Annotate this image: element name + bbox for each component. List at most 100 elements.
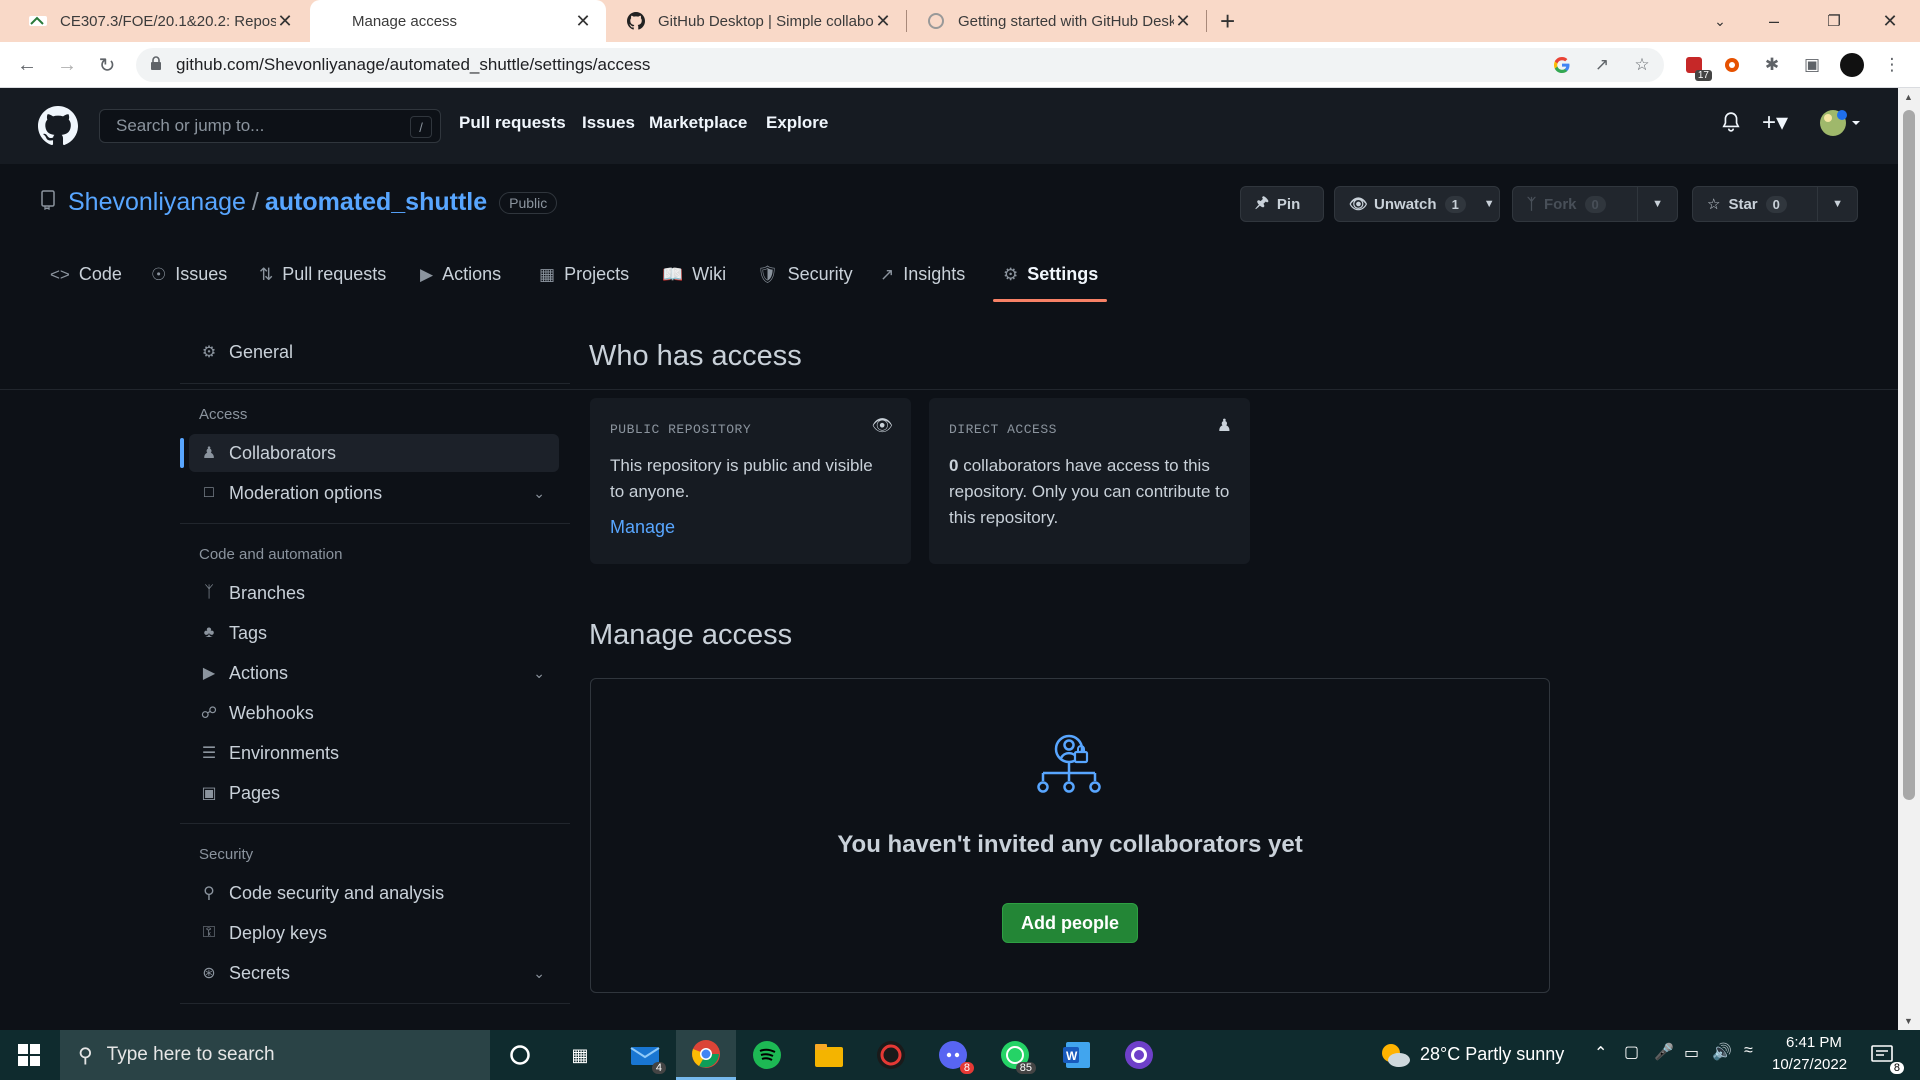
back-icon[interactable]: ← (12, 50, 42, 80)
tab-insights[interactable]: ↗ Insights (880, 264, 965, 285)
windows-start-icon[interactable] (12, 1038, 46, 1072)
add-people-button[interactable]: Add people (1002, 903, 1138, 943)
tab-code[interactable]: <> Code (50, 264, 122, 285)
scroll-down-icon[interactable]: ▼ (1904, 1016, 1913, 1026)
nav-pull-requests[interactable]: Pull requests (459, 113, 566, 133)
sidebar-item-deploy-keys[interactable]: ⚿ Deploy keys (189, 914, 559, 952)
nav-explore[interactable]: Explore (766, 113, 828, 133)
close-tab-icon[interactable]: ✕ (276, 11, 294, 32)
sidebar-item-label: Collaborators (229, 442, 337, 463)
close-tab-icon[interactable]: ✕ (1174, 11, 1192, 32)
repo-owner-link[interactable]: Shevonliyanage (68, 188, 246, 217)
tab-issues[interactable]: ☉ Issues (151, 264, 227, 285)
tab-wiki[interactable]: 📖 Wiki (662, 264, 726, 285)
close-tab-icon[interactable]: ✕ (574, 11, 592, 32)
restore-icon[interactable]: ❐ (1804, 0, 1864, 42)
search-input[interactable]: Search or jump to... / (99, 109, 441, 143)
mail-icon[interactable]: 4 (628, 1038, 666, 1074)
notification-bell-icon[interactable] (1722, 112, 1740, 138)
discord-icon[interactable]: 8 (936, 1038, 974, 1074)
puzzle-icon[interactable]: ✱ (1760, 53, 1784, 77)
tab-search-icon[interactable]: ⌄ (1690, 0, 1750, 42)
new-tab-button[interactable]: + (1220, 6, 1235, 37)
chrome-taskbar-icon[interactable] (676, 1030, 736, 1080)
sidebar-item-webhooks[interactable]: ☍ Webhooks (189, 694, 559, 732)
file-explorer-icon[interactable] (812, 1038, 846, 1072)
sidebar-item-collaborators[interactable]: ♟ Collaborators (189, 434, 559, 472)
chevron-down-icon[interactable]: ▼ (1637, 187, 1677, 221)
sidebar-item-moderation[interactable]: □ Moderation options ⌄ (189, 474, 559, 512)
tab-settings[interactable]: ⚙ Settings (1003, 264, 1098, 285)
battery-icon[interactable]: ▭ (1684, 1043, 1699, 1063)
unwatch-button[interactable]: 👁 Unwatch 1 ▼ (1334, 186, 1500, 222)
scrollbar-thumb[interactable] (1903, 110, 1915, 800)
profile-avatar[interactable] (1840, 53, 1864, 77)
pin-button[interactable]: 🖈 Pin (1240, 186, 1324, 222)
github-logo-icon[interactable] (38, 106, 78, 146)
meet-now-icon[interactable]: ▢ (1624, 1042, 1639, 1062)
microphone-icon[interactable]: 🎤 (1654, 1042, 1674, 1062)
weather-text[interactable]: 28°C Partly sunny (1420, 1044, 1564, 1065)
clock-date[interactable]: 10/27/2022 (1772, 1056, 1847, 1073)
nav-issues[interactable]: Issues (582, 113, 635, 133)
scroll-up-icon[interactable]: ▲ (1904, 92, 1913, 102)
share-icon[interactable]: ↗ (1590, 53, 1614, 77)
nav-marketplace[interactable]: Marketplace (649, 113, 747, 133)
bookmark-star-icon[interactable]: ☆ (1630, 53, 1654, 77)
sidebar-item-pages[interactable]: ▣ Pages (189, 774, 559, 812)
close-window-icon[interactable]: ✕ (1860, 0, 1920, 42)
extension-badge-icon[interactable]: 17 (1682, 53, 1712, 81)
reload-icon[interactable]: ↻ (92, 50, 122, 80)
chevron-down-icon[interactable]: ▼ (1817, 187, 1857, 221)
clock-time[interactable]: 6:41 PM (1786, 1034, 1842, 1051)
chevron-down-icon[interactable]: ▼ (1476, 187, 1503, 221)
repo-name-link[interactable]: automated_shuttle (265, 188, 487, 217)
forward-icon[interactable]: → (52, 50, 82, 80)
task-view-icon[interactable]: ▦ (563, 1038, 597, 1072)
google-icon[interactable] (1550, 53, 1574, 77)
create-new-plus-icon[interactable]: +▾ (1762, 108, 1788, 137)
hidden-icons-chevron-icon[interactable]: ⌃ (1594, 1043, 1607, 1063)
sidepanel-icon[interactable]: ▣ (1800, 53, 1824, 77)
fork-button[interactable]: ᛉ Fork 0 ▼ (1512, 186, 1678, 222)
app-red-icon[interactable] (874, 1038, 908, 1072)
extension-icon[interactable] (1720, 53, 1744, 77)
notification-center-icon[interactable]: 8 (1866, 1038, 1904, 1074)
manage-link[interactable]: Manage (610, 517, 891, 538)
tab-pull-requests[interactable]: ⇅ Pull requests (259, 264, 386, 285)
sidebar-item-general[interactable]: ⚙ General (189, 333, 559, 371)
close-tab-icon[interactable]: ✕ (874, 11, 892, 32)
volume-icon[interactable]: 🔊 (1712, 1042, 1732, 1062)
weather-partly-sunny-icon[interactable] (1378, 1038, 1412, 1072)
sidebar-item-branches[interactable]: ᛉ Branches (189, 574, 559, 612)
wifi-icon[interactable]: ≈ (1744, 1042, 1753, 1060)
browser-tab-bar: CE307.3/FOE/20.1&20.2: Reposito ✕ Manage… (0, 0, 1920, 42)
word-icon[interactable]: W (1060, 1038, 1094, 1072)
sidebar-item-actions[interactable]: ▶ Actions ⌄ (189, 654, 559, 692)
sidebar-item-secrets[interactable]: ⊛ Secrets ⌄ (189, 954, 559, 992)
chevron-down-icon[interactable]: ⌄ (533, 485, 545, 502)
tab-security[interactable]: 🛡 Security (757, 264, 853, 285)
browser-tab[interactable]: GitHub Desktop | Simple collabor ✕ (606, 0, 906, 42)
tab-projects[interactable]: ▦ Projects (539, 264, 629, 285)
browser-tab[interactable]: CE307.3/FOE/20.1&20.2: Reposito ✕ (8, 0, 308, 42)
taskbar-search-input[interactable]: ⚲ Type here to search (60, 1030, 490, 1080)
browser-tab[interactable]: Getting started with GitHub Desk ✕ (906, 0, 1206, 42)
url-input[interactable]: github.com/Shevonliyanage/automated_shut… (136, 48, 1664, 82)
chrome-menu-icon[interactable]: ⋮ (1880, 53, 1904, 77)
minimize-icon[interactable]: – (1744, 0, 1804, 42)
page-scrollbar[interactable]: ▲ ▼ (1898, 88, 1920, 1030)
browser-tab-active[interactable]: Manage access ✕ (310, 0, 606, 42)
whatsapp-icon[interactable]: 85 (998, 1038, 1036, 1074)
chevron-down-icon[interactable]: ⌄ (533, 665, 545, 682)
spotify-icon[interactable] (750, 1038, 784, 1072)
tab-actions[interactable]: ▶ Actions (420, 264, 501, 285)
sidebar-item-tags[interactable]: ♣ Tags (189, 614, 559, 652)
sidebar-item-environments[interactable]: ☰ Environments (189, 734, 559, 772)
github-desktop-icon[interactable] (1122, 1038, 1156, 1072)
cortana-icon[interactable] (503, 1038, 537, 1072)
star-button[interactable]: ☆ Star 0 ▼ (1692, 186, 1858, 222)
user-avatar[interactable] (1818, 108, 1862, 144)
sidebar-item-code-security[interactable]: ⚲ Code security and analysis (189, 874, 559, 912)
chevron-down-icon[interactable]: ⌄ (533, 965, 545, 982)
